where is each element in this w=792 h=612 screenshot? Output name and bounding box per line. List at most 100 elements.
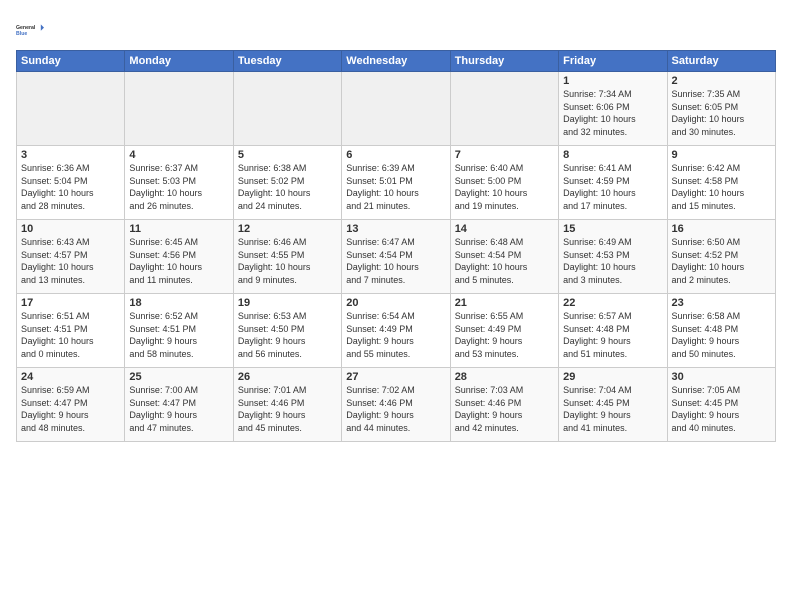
day-info: Sunrise: 7:00 AM Sunset: 4:47 PM Dayligh…	[129, 384, 228, 434]
day-number: 12	[238, 223, 337, 235]
day-cell: 14Sunrise: 6:48 AM Sunset: 4:54 PM Dayli…	[450, 220, 558, 294]
day-cell: 19Sunrise: 6:53 AM Sunset: 4:50 PM Dayli…	[233, 294, 341, 368]
day-cell: 9Sunrise: 6:42 AM Sunset: 4:58 PM Daylig…	[667, 146, 775, 220]
day-cell: 7Sunrise: 6:40 AM Sunset: 5:00 PM Daylig…	[450, 146, 558, 220]
day-info: Sunrise: 6:49 AM Sunset: 4:53 PM Dayligh…	[563, 236, 662, 286]
day-cell: 5Sunrise: 6:38 AM Sunset: 5:02 PM Daylig…	[233, 146, 341, 220]
day-number: 9	[672, 149, 771, 161]
day-cell	[450, 72, 558, 146]
day-cell: 27Sunrise: 7:02 AM Sunset: 4:46 PM Dayli…	[342, 368, 450, 442]
day-number: 22	[563, 297, 662, 309]
day-cell: 1Sunrise: 7:34 AM Sunset: 6:06 PM Daylig…	[559, 72, 667, 146]
day-number: 13	[346, 223, 445, 235]
day-info: Sunrise: 7:35 AM Sunset: 6:05 PM Dayligh…	[672, 88, 771, 138]
day-cell: 20Sunrise: 6:54 AM Sunset: 4:49 PM Dayli…	[342, 294, 450, 368]
svg-text:General: General	[16, 25, 36, 31]
day-cell	[125, 72, 233, 146]
day-cell	[17, 72, 125, 146]
day-info: Sunrise: 6:39 AM Sunset: 5:01 PM Dayligh…	[346, 162, 445, 212]
day-cell: 12Sunrise: 6:46 AM Sunset: 4:55 PM Dayli…	[233, 220, 341, 294]
day-info: Sunrise: 6:54 AM Sunset: 4:49 PM Dayligh…	[346, 310, 445, 360]
day-number: 25	[129, 371, 228, 383]
day-number: 4	[129, 149, 228, 161]
day-info: Sunrise: 6:40 AM Sunset: 5:00 PM Dayligh…	[455, 162, 554, 212]
day-info: Sunrise: 6:38 AM Sunset: 5:02 PM Dayligh…	[238, 162, 337, 212]
day-cell: 17Sunrise: 6:51 AM Sunset: 4:51 PM Dayli…	[17, 294, 125, 368]
week-row-4: 17Sunrise: 6:51 AM Sunset: 4:51 PM Dayli…	[17, 294, 776, 368]
header-sunday: Sunday	[17, 51, 125, 72]
day-info: Sunrise: 7:01 AM Sunset: 4:46 PM Dayligh…	[238, 384, 337, 434]
day-info: Sunrise: 7:05 AM Sunset: 4:45 PM Dayligh…	[672, 384, 771, 434]
day-cell: 24Sunrise: 6:59 AM Sunset: 4:47 PM Dayli…	[17, 368, 125, 442]
day-cell: 2Sunrise: 7:35 AM Sunset: 6:05 PM Daylig…	[667, 72, 775, 146]
day-number: 3	[21, 149, 120, 161]
day-number: 17	[21, 297, 120, 309]
day-info: Sunrise: 7:04 AM Sunset: 4:45 PM Dayligh…	[563, 384, 662, 434]
day-number: 29	[563, 371, 662, 383]
day-cell: 6Sunrise: 6:39 AM Sunset: 5:01 PM Daylig…	[342, 146, 450, 220]
day-cell	[342, 72, 450, 146]
day-info: Sunrise: 6:45 AM Sunset: 4:56 PM Dayligh…	[129, 236, 228, 286]
svg-text:Blue: Blue	[16, 31, 27, 37]
day-number: 1	[563, 75, 662, 87]
calendar-header-row: SundayMondayTuesdayWednesdayThursdayFrid…	[17, 51, 776, 72]
day-number: 5	[238, 149, 337, 161]
day-info: Sunrise: 6:36 AM Sunset: 5:04 PM Dayligh…	[21, 162, 120, 212]
logo: General Blue	[16, 16, 48, 44]
day-cell: 22Sunrise: 6:57 AM Sunset: 4:48 PM Dayli…	[559, 294, 667, 368]
day-cell: 21Sunrise: 6:55 AM Sunset: 4:49 PM Dayli…	[450, 294, 558, 368]
week-row-1: 1Sunrise: 7:34 AM Sunset: 6:06 PM Daylig…	[17, 72, 776, 146]
day-cell: 28Sunrise: 7:03 AM Sunset: 4:46 PM Dayli…	[450, 368, 558, 442]
day-cell: 23Sunrise: 6:58 AM Sunset: 4:48 PM Dayli…	[667, 294, 775, 368]
week-row-2: 3Sunrise: 6:36 AM Sunset: 5:04 PM Daylig…	[17, 146, 776, 220]
day-number: 30	[672, 371, 771, 383]
day-info: Sunrise: 6:43 AM Sunset: 4:57 PM Dayligh…	[21, 236, 120, 286]
day-number: 24	[21, 371, 120, 383]
day-number: 26	[238, 371, 337, 383]
day-number: 14	[455, 223, 554, 235]
day-cell: 8Sunrise: 6:41 AM Sunset: 4:59 PM Daylig…	[559, 146, 667, 220]
day-info: Sunrise: 6:58 AM Sunset: 4:48 PM Dayligh…	[672, 310, 771, 360]
day-number: 10	[21, 223, 120, 235]
day-cell: 16Sunrise: 6:50 AM Sunset: 4:52 PM Dayli…	[667, 220, 775, 294]
day-cell: 11Sunrise: 6:45 AM Sunset: 4:56 PM Dayli…	[125, 220, 233, 294]
day-info: Sunrise: 6:48 AM Sunset: 4:54 PM Dayligh…	[455, 236, 554, 286]
day-number: 15	[563, 223, 662, 235]
day-number: 21	[455, 297, 554, 309]
day-cell: 25Sunrise: 7:00 AM Sunset: 4:47 PM Dayli…	[125, 368, 233, 442]
day-info: Sunrise: 6:52 AM Sunset: 4:51 PM Dayligh…	[129, 310, 228, 360]
day-number: 28	[455, 371, 554, 383]
calendar-table: SundayMondayTuesdayWednesdayThursdayFrid…	[16, 50, 776, 442]
day-cell: 13Sunrise: 6:47 AM Sunset: 4:54 PM Dayli…	[342, 220, 450, 294]
week-row-3: 10Sunrise: 6:43 AM Sunset: 4:57 PM Dayli…	[17, 220, 776, 294]
day-cell: 29Sunrise: 7:04 AM Sunset: 4:45 PM Dayli…	[559, 368, 667, 442]
day-cell: 15Sunrise: 6:49 AM Sunset: 4:53 PM Dayli…	[559, 220, 667, 294]
day-number: 8	[563, 149, 662, 161]
day-info: Sunrise: 6:46 AM Sunset: 4:55 PM Dayligh…	[238, 236, 337, 286]
day-info: Sunrise: 6:55 AM Sunset: 4:49 PM Dayligh…	[455, 310, 554, 360]
day-cell: 26Sunrise: 7:01 AM Sunset: 4:46 PM Dayli…	[233, 368, 341, 442]
day-cell	[233, 72, 341, 146]
day-info: Sunrise: 6:41 AM Sunset: 4:59 PM Dayligh…	[563, 162, 662, 212]
day-number: 19	[238, 297, 337, 309]
day-cell: 3Sunrise: 6:36 AM Sunset: 5:04 PM Daylig…	[17, 146, 125, 220]
day-info: Sunrise: 6:59 AM Sunset: 4:47 PM Dayligh…	[21, 384, 120, 434]
day-number: 6	[346, 149, 445, 161]
day-info: Sunrise: 6:50 AM Sunset: 4:52 PM Dayligh…	[672, 236, 771, 286]
header-monday: Monday	[125, 51, 233, 72]
day-info: Sunrise: 6:53 AM Sunset: 4:50 PM Dayligh…	[238, 310, 337, 360]
day-number: 16	[672, 223, 771, 235]
day-info: Sunrise: 6:51 AM Sunset: 4:51 PM Dayligh…	[21, 310, 120, 360]
header-thursday: Thursday	[450, 51, 558, 72]
day-info: Sunrise: 6:47 AM Sunset: 4:54 PM Dayligh…	[346, 236, 445, 286]
day-info: Sunrise: 7:03 AM Sunset: 4:46 PM Dayligh…	[455, 384, 554, 434]
header-tuesday: Tuesday	[233, 51, 341, 72]
day-cell: 18Sunrise: 6:52 AM Sunset: 4:51 PM Dayli…	[125, 294, 233, 368]
logo-icon: General Blue	[16, 16, 44, 44]
header-saturday: Saturday	[667, 51, 775, 72]
header: General Blue	[16, 12, 776, 44]
day-info: Sunrise: 6:37 AM Sunset: 5:03 PM Dayligh…	[129, 162, 228, 212]
day-info: Sunrise: 6:42 AM Sunset: 4:58 PM Dayligh…	[672, 162, 771, 212]
day-cell: 30Sunrise: 7:05 AM Sunset: 4:45 PM Dayli…	[667, 368, 775, 442]
day-number: 11	[129, 223, 228, 235]
